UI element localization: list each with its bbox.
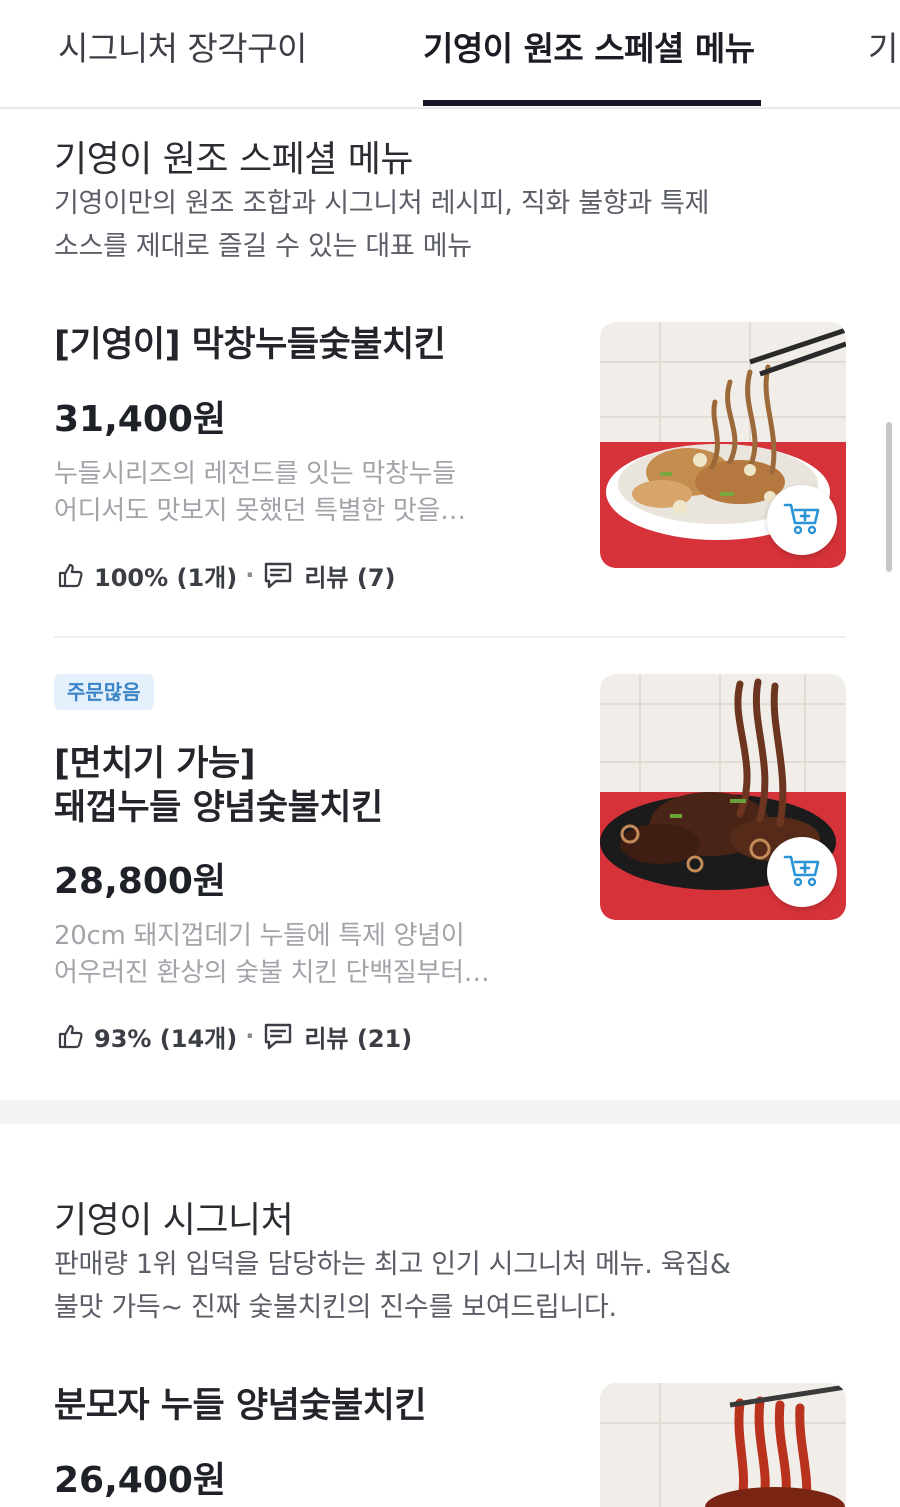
tab-original-special-menu[interactable]: 기영이 원조 스페셜 메뉴	[423, 22, 755, 70]
add-to-cart-button[interactable]	[767, 837, 837, 907]
section-description-line: 기영이만의 원조 조합과 시그니처 레시피, 직화 불향과 특제	[54, 188, 710, 219]
thumbs-up-icon	[56, 1022, 84, 1050]
section-separator	[0, 1100, 900, 1124]
menu-item-name-line: [면치기 가능]	[54, 744, 256, 784]
item-divider	[54, 636, 846, 638]
active-tab-indicator	[423, 100, 761, 106]
menu-item-name[interactable]: 분모자 누들 양념숯불치킨	[54, 1384, 427, 1428]
add-to-cart-button[interactable]	[767, 485, 837, 555]
section-description: 기영이만의 원조 조합과 시그니처 레시피, 직화 불향과 특제 소스를 제대로…	[54, 182, 814, 268]
section-title: 기영이 원조 스페셜 메뉴	[54, 139, 414, 180]
section-description-line: 판매량 1위 입덕을 담당하는 최고 인기 시그니처 메뉴. 육집&	[54, 1249, 731, 1280]
menu-item-description-line: 어우러진 환상의 숯불 치킨 단백질부터…	[54, 958, 490, 988]
section-description: 판매량 1위 입덕을 담당하는 최고 인기 시그니처 메뉴. 육집& 불맛 가득…	[54, 1243, 814, 1329]
like-rate: 100% (1개)	[94, 563, 238, 592]
separator-dot: ·	[245, 1022, 255, 1050]
menu-item-price: 26,400원	[54, 1460, 227, 1501]
menu-item-description: 20cm 돼지껍데기 누들에 특제 양념이 어우러진 환상의 숯불 치킨 단백질…	[54, 918, 554, 992]
scrollbar[interactable]	[886, 422, 892, 572]
section-description-line: 불맛 가득~ 진짜 숯불치킨의 진수를 보여드립니다.	[54, 1292, 617, 1323]
separator-dot: ·	[245, 561, 255, 589]
menu-item-name-line: [기영이] 막창누들숯불치킨	[54, 325, 446, 365]
menu-item-price: 28,800원	[54, 861, 227, 902]
menu-item-name-line: 돼껍누들 양념숯불치킨	[54, 788, 383, 828]
menu-item-description-line: 20cm 돼지껍데기 누들에 특제 양념이	[54, 921, 465, 951]
speech-bubble-icon	[262, 559, 294, 591]
menu-item-name[interactable]: [면치기 가능] 돼껍누들 양념숯불치킨	[54, 742, 383, 830]
tab-signature-drumstick[interactable]: 시그니처 장각구이	[58, 22, 307, 70]
thumbs-up-icon	[56, 561, 84, 589]
menu-item-price: 31,400원	[54, 399, 227, 440]
menu-item-description-line: 누들시리즈의 레전드를 잇는 막창누들	[54, 459, 456, 489]
review-count[interactable]: 리뷰 (21)	[304, 1019, 412, 1054]
menu-item-description: 누들시리즈의 레전드를 잇는 막창누들 어디서도 맛보지 못했던 특별한 맛을…	[54, 456, 554, 530]
menu-item-description-line: 어디서도 맛보지 못했던 특별한 맛을…	[54, 496, 466, 526]
like-rate: 93% (14개)	[94, 1024, 238, 1053]
tab-next-truncated[interactable]: 기	[868, 22, 898, 70]
speech-bubble-icon	[262, 1020, 294, 1052]
cart-add-icon	[783, 501, 821, 539]
menu-item-stats: 100% (1개) · 리뷰 (7)	[56, 558, 396, 592]
menu-item-name[interactable]: [기영이] 막창누들숯불치킨	[54, 323, 446, 367]
menu-item-stats: 93% (14개) · 리뷰 (21)	[56, 1019, 412, 1053]
section-title: 기영이 시그니처	[54, 1200, 294, 1241]
section-description-line: 소스를 제대로 즐길 수 있는 대표 메뉴	[54, 231, 472, 262]
cart-add-icon	[783, 853, 821, 891]
review-count[interactable]: 리뷰 (7)	[304, 558, 395, 593]
menu-item-name-line: 분모자 누들 양념숯불치킨	[54, 1386, 427, 1426]
category-tab-bar: 시그니처 장각구이 기영이 원조 스페셜 메뉴 기	[0, 0, 900, 109]
bunmoja-noodle-chicken-photo[interactable]	[600, 1383, 846, 1507]
popular-badge: 주문많음	[54, 674, 154, 710]
